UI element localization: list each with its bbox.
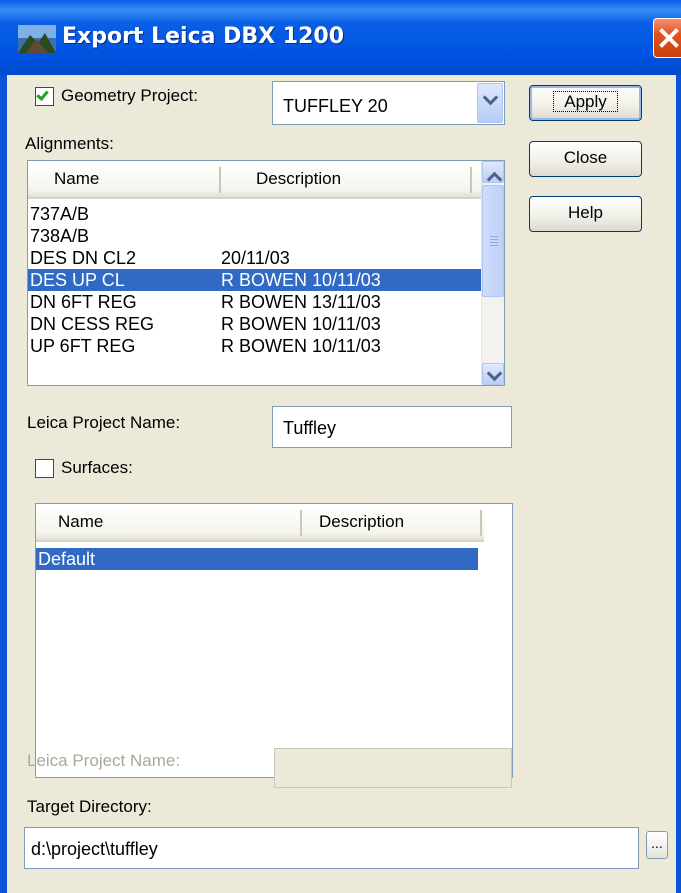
apply-button[interactable]: Apply <box>529 85 642 121</box>
scroll-up-button[interactable] <box>482 161 504 188</box>
column-header-name[interactable]: Name <box>58 504 103 540</box>
grip-line <box>490 242 498 243</box>
column-divider[interactable] <box>300 510 302 536</box>
dialog-window: Export Leica DBX 1200 Geometry Project: … <box>0 0 681 893</box>
target-directory-value: d:\project\tuffley <box>31 839 158 859</box>
scroll-down-button[interactable] <box>482 363 504 385</box>
list-item[interactable]: UP 6FT REG R BOWEN 10/11/03 <box>28 335 482 357</box>
alignments-list[interactable]: Name Description 737A/B 738A/B DES DN CL… <box>27 160 505 386</box>
list-item[interactable]: DES DN CL2 20/11/03 <box>28 247 482 269</box>
title-bar[interactable]: Export Leica DBX 1200 <box>0 0 681 75</box>
column-divider[interactable] <box>480 510 482 536</box>
geometry-project-value: TUFFLEY 20 <box>283 96 388 116</box>
list-item[interactable]: DN 6FT REG R BOWEN 13/11/03 <box>28 291 482 313</box>
chevron-down-icon <box>486 365 503 382</box>
window-border <box>676 75 681 893</box>
browse-button[interactable]: ... <box>646 831 668 859</box>
surfaces-list-header: Name Description <box>36 504 484 542</box>
grip-line <box>490 245 498 246</box>
list-item[interactable]: 737A/B <box>28 203 482 225</box>
dialog-body: Geometry Project: TUFFLEY 20 Apply Close… <box>7 75 681 893</box>
geometry-project-checkbox[interactable] <box>35 87 54 106</box>
leica-project-name-value: Tuffley <box>283 418 337 438</box>
grip-line <box>490 236 498 237</box>
apply-button-label: Apply <box>553 91 618 112</box>
column-header-description[interactable]: Description <box>256 161 341 197</box>
alignment-description: R BOWEN 13/11/03 <box>221 292 381 312</box>
check-icon <box>36 88 49 101</box>
column-header-name[interactable]: Name <box>54 161 99 197</box>
list-item-selected[interactable]: Default <box>36 548 478 570</box>
leica-project-name-input[interactable]: Tuffley <box>272 406 512 448</box>
surface-name: Default <box>38 549 96 569</box>
vertical-scrollbar[interactable] <box>481 161 504 385</box>
alignments-list-header: Name Description <box>28 161 482 199</box>
target-directory-label: Target Directory: <box>27 797 152 816</box>
alignment-description: R BOWEN 10/11/03 <box>221 270 381 290</box>
geometry-project-label: Geometry Project: <box>61 86 198 105</box>
surfaces-label: Surfaces: <box>61 458 133 477</box>
close-window-icon[interactable] <box>653 18 681 58</box>
target-directory-input[interactable]: d:\project\tuffley <box>24 827 639 869</box>
window-title: Export Leica DBX 1200 <box>62 24 345 49</box>
alignment-name: UP 6FT REG <box>30 336 136 356</box>
alignment-name: DES UP CL <box>30 270 125 290</box>
leica-project-name-label: Leica Project Name: <box>27 413 181 432</box>
list-item-selected[interactable]: DES UP CL R BOWEN 10/11/03 <box>28 269 482 291</box>
column-divider[interactable] <box>470 167 472 193</box>
alignment-description: 20/11/03 <box>221 248 290 268</box>
surface-project-name-label: Leica Project Name: <box>27 751 181 770</box>
help-button[interactable]: Help <box>529 196 642 232</box>
surfaces-checkbox[interactable] <box>35 459 54 478</box>
alignment-name: DN 6FT REG <box>30 292 137 312</box>
close-button[interactable]: Close <box>529 141 642 177</box>
alignment-description: R BOWEN 10/11/03 <box>221 336 381 356</box>
dropdown-arrow-button[interactable] <box>477 83 503 123</box>
geometry-project-dropdown[interactable]: TUFFLEY 20 <box>272 81 505 125</box>
list-item[interactable]: 738A/B <box>28 225 482 247</box>
alignment-description: R BOWEN 10/11/03 <box>221 314 381 334</box>
alignment-name: DES DN CL2 <box>30 248 137 268</box>
app-icon <box>18 25 56 53</box>
alignment-name: 737A/B <box>30 204 90 224</box>
chevron-down-icon <box>482 89 499 106</box>
surface-project-name-input[interactable] <box>274 748 512 788</box>
surfaces-list[interactable]: Name Description Default <box>35 503 513 778</box>
alignment-name: DN CESS REG <box>30 314 155 334</box>
grip-line <box>490 239 498 240</box>
column-divider[interactable] <box>219 167 221 193</box>
list-item[interactable]: DN CESS REG R BOWEN 10/11/03 <box>28 313 482 335</box>
alignment-name: 738A/B <box>30 226 90 246</box>
alignments-label: Alignments: <box>25 134 114 153</box>
scroll-thumb[interactable] <box>482 185 504 297</box>
column-header-description[interactable]: Description <box>319 504 404 540</box>
